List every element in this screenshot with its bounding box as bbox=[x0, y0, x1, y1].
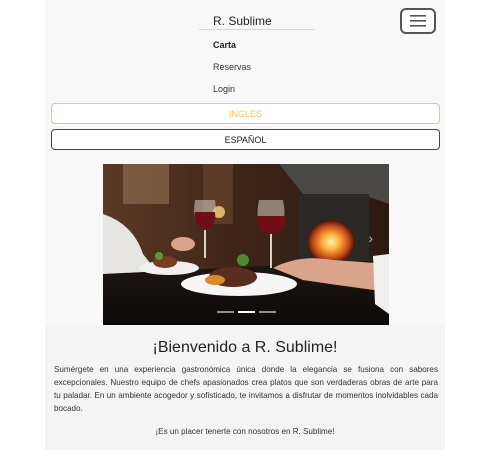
carousel-slide-image bbox=[103, 164, 389, 325]
brand-divider bbox=[199, 29, 315, 30]
welcome-title: ¡Bienvenido a R. Sublime! bbox=[152, 339, 338, 356]
carousel-indicators bbox=[103, 311, 389, 313]
brand-link[interactable]: R. Sublime bbox=[213, 14, 272, 28]
welcome-text: Sumérgete en una experiencia gastronómic… bbox=[54, 365, 438, 413]
image-carousel[interactable]: › bbox=[103, 164, 389, 325]
carousel-indicator-active[interactable] bbox=[237, 311, 255, 313]
nav-link-login[interactable]: Login bbox=[213, 84, 235, 94]
hamburger-menu-icon bbox=[410, 15, 426, 27]
page: R. Sublime Carta Reservas Login INGLES E… bbox=[45, 0, 445, 450]
carousel-indicator[interactable] bbox=[258, 311, 276, 313]
welcome-closing: ¡Es un placer tenerte con nosotros en R.… bbox=[155, 427, 335, 436]
navbar-toggler-button[interactable] bbox=[400, 8, 436, 34]
carousel-indicator[interactable] bbox=[216, 311, 234, 313]
language-english-button[interactable]: INGLES bbox=[51, 103, 440, 124]
nav-link-reservas[interactable]: Reservas bbox=[213, 62, 251, 72]
language-spanish-button[interactable]: ESPAÑOL bbox=[51, 129, 440, 150]
chevron-right-icon[interactable]: › bbox=[368, 230, 373, 246]
nav-link-carta[interactable]: Carta bbox=[213, 40, 236, 50]
welcome-section: ¡Bienvenido a R. Sublime! Sumérgete en u… bbox=[45, 325, 445, 450]
